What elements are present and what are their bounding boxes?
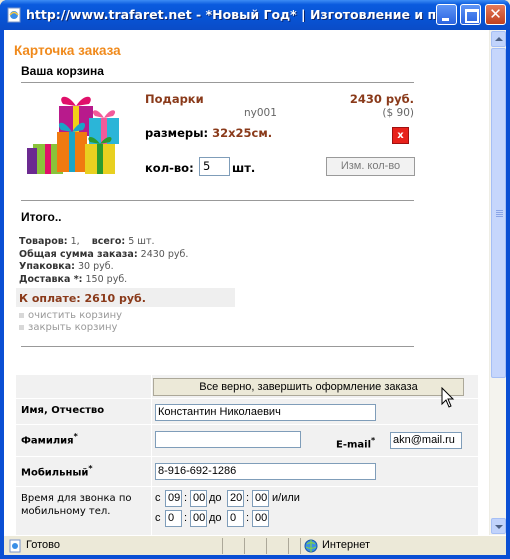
title-bar[interactable]: http://www.trafaret.net - *Новый Год* | … [0, 0, 510, 30]
page-done-icon [9, 539, 21, 553]
close-cart-link[interactable]: закрыть корзину [19, 322, 117, 333]
close-button[interactable]: ✕ [485, 4, 506, 25]
time-to-minute[interactable]: 00 [252, 490, 269, 507]
email-label: E-mail* [336, 436, 376, 451]
colon: : [246, 512, 250, 524]
divider [21, 346, 414, 347]
product-code: ny001 [244, 107, 277, 119]
call-time-label: Время для звонка по мобильному тел. [21, 493, 132, 517]
to-label: до [209, 492, 222, 504]
divider [21, 82, 414, 83]
form-row-name: Имя, Отчество Константин Николаевич [16, 398, 478, 424]
summary-delivery: Доставка *: 150 руб. [19, 273, 128, 285]
grip-icon [496, 210, 503, 211]
page-viewport: Карточка заказа Ваша корзина Подарки 243… [4, 30, 506, 535]
cart-title: Ваша корзина [21, 64, 104, 78]
page-title: Карточка заказа [14, 43, 121, 58]
summary-packing: Упаковка: 30 руб. [19, 261, 114, 272]
size-label: размеры: [145, 126, 209, 140]
close-icon: ✕ [489, 5, 502, 23]
name-input[interactable]: Константин Николаевич [155, 404, 376, 421]
vertical-scrollbar[interactable] [489, 30, 506, 535]
surname-label: Фамилия* [21, 432, 78, 447]
time2-to-hour[interactable]: 0 [227, 510, 244, 527]
form-row-mobile: Мобильный* 8-916-692-1286 [16, 456, 478, 486]
ie-page-icon [7, 7, 21, 23]
product-price: 2430 руб. [349, 92, 414, 106]
remove-item-button[interactable]: x [392, 127, 409, 144]
status-bar: Готово Интернет [4, 535, 506, 555]
zone-text: Интернет [322, 539, 370, 551]
scrollbar-thumb[interactable] [491, 48, 506, 378]
status-text: Готово [26, 539, 60, 551]
payment-total: К оплате: 2610 руб. [19, 292, 146, 305]
from-label: с [155, 512, 161, 524]
time-from-minute[interactable]: 00 [190, 490, 207, 507]
order-summary: Товаров: 1, всего: 5 шт. Общая сумма зак… [19, 236, 188, 286]
product-price-usd: ($ 90) [382, 107, 414, 119]
browser-window: http://www.trafaret.net - *Новый Год* | … [0, 0, 510, 559]
minimize-button[interactable] [436, 4, 457, 25]
divider [21, 200, 414, 201]
change-quantity-button[interactable]: Изм. кол-во [326, 157, 415, 176]
clear-cart-link[interactable]: очистить корзину [19, 310, 122, 321]
form-row-surname: Фамилия* E-mail* akn@mail.ru [16, 424, 478, 456]
mobile-label: Мобильный* [21, 464, 93, 479]
from-label: с [155, 492, 161, 504]
quantity-label: кол-во: [145, 161, 194, 175]
internet-globe-icon [304, 539, 318, 553]
or-label: и/или [272, 492, 300, 504]
product-name[interactable]: Подарки [145, 92, 204, 106]
status-cell [244, 538, 264, 554]
summary-items: Товаров: 1, всего: 5 шт. [19, 236, 155, 247]
colon: : [246, 492, 250, 504]
size-value: 32x25см. [212, 126, 273, 140]
time-from-hour[interactable]: 09 [165, 490, 182, 507]
quantity-input[interactable]: 5 [199, 157, 230, 176]
surname-input[interactable] [155, 431, 301, 448]
time2-from-hour[interactable]: 0 [165, 510, 182, 527]
gift-image [27, 96, 119, 174]
quantity-unit: шт. [232, 161, 256, 175]
window-bottom-border [0, 555, 510, 559]
status-cell [266, 538, 286, 554]
window-title: http://www.trafaret.net - *Новый Год* | … [26, 7, 436, 22]
product-size: размеры: 32x25см. [145, 126, 272, 140]
status-cell [222, 538, 242, 554]
scroll-up-arrow-icon[interactable] [491, 31, 506, 47]
colon: : [184, 512, 188, 524]
summary-title: Итого.. [21, 210, 62, 224]
form-row-call-time: Время для звонка по мобильному тел. с 09… [16, 486, 478, 535]
name-label: Имя, Отчество [21, 405, 105, 416]
email-input[interactable]: akn@mail.ru [390, 432, 462, 449]
maximize-button[interactable] [460, 4, 481, 25]
to-label: до [209, 512, 222, 524]
time2-to-minute[interactable]: 00 [252, 510, 269, 527]
mouse-cursor-icon [441, 387, 455, 408]
time-to-hour[interactable]: 20 [227, 490, 244, 507]
time2-from-minute[interactable]: 00 [190, 510, 207, 527]
mobile-input[interactable]: 8-916-692-1286 [155, 463, 376, 480]
submit-order-button[interactable]: Все верно, завершить оформление заказа [153, 378, 464, 396]
summary-order-sum: Общая сумма заказа: 2430 руб. [19, 248, 189, 260]
order-form: Все верно, завершить оформление заказа И… [16, 375, 478, 535]
scroll-down-arrow-icon[interactable] [491, 518, 506, 534]
colon: : [184, 492, 188, 504]
